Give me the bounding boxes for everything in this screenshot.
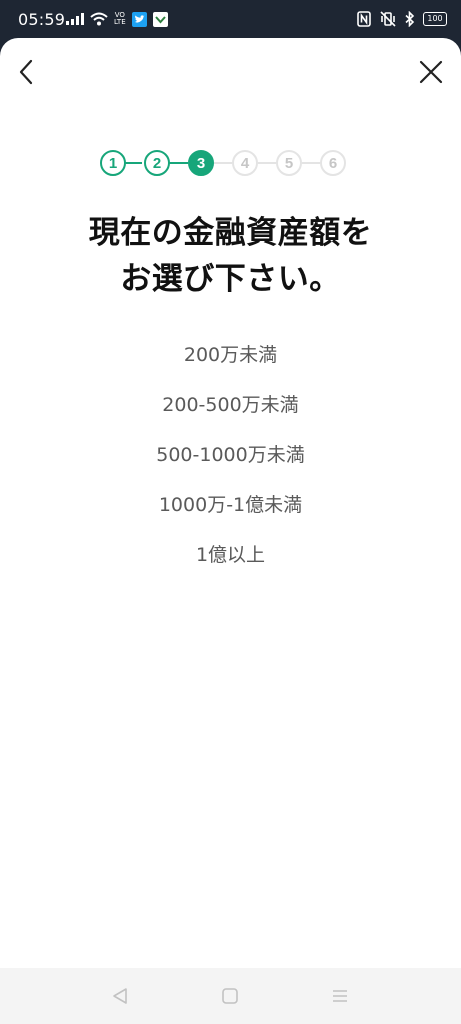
option-over-100m[interactable]: 1億以上 xyxy=(0,530,461,580)
question-sheet: 1 2 3 4 5 6 現在の金融資産額を お選び下さい。 200万未満 200… xyxy=(0,38,461,968)
status-time: 05:59 xyxy=(18,10,66,29)
status-left-icons: VO LTE xyxy=(66,10,168,28)
status-bar: 05:59 VO LTE 100 xyxy=(0,0,461,38)
nav-home-button[interactable] xyxy=(216,982,244,1010)
twitter-icon xyxy=(131,11,147,27)
signal-icon xyxy=(66,13,84,25)
step-4: 4 xyxy=(232,150,258,176)
step-1: 1 xyxy=(100,150,126,176)
vibrate-icon xyxy=(380,11,396,27)
step-3: 3 xyxy=(188,150,214,176)
nav-menu-button[interactable] xyxy=(326,982,354,1010)
option-5m-10m[interactable]: 500-1000万未満 xyxy=(0,430,461,480)
volte-label-bottom: LTE xyxy=(114,18,126,26)
step-connector xyxy=(168,162,188,164)
step-5: 5 xyxy=(276,150,302,176)
title-line-2: お選び下さい。 xyxy=(120,261,341,297)
option-10m-100m[interactable]: 1000万-1億未満 xyxy=(0,480,461,530)
step-connector xyxy=(258,162,276,164)
wifi-icon xyxy=(90,12,108,26)
nfc-icon xyxy=(357,11,371,27)
page-title: 現在の金融資産額を お選び下さい。 xyxy=(0,210,461,302)
menu-lines-icon xyxy=(333,990,347,1002)
back-button[interactable] xyxy=(6,52,46,92)
status-right-icons: 100 xyxy=(357,10,447,28)
close-button[interactable] xyxy=(411,52,451,92)
app-notification-icon xyxy=(152,11,168,27)
step-2: 2 xyxy=(144,150,170,176)
title-line-1: 現在の金融資産額を xyxy=(88,215,373,251)
step-connector xyxy=(214,162,232,164)
step-connector xyxy=(302,162,320,164)
step-6: 6 xyxy=(320,150,346,176)
progress-stepper: 1 2 3 4 5 6 xyxy=(96,148,348,182)
close-icon xyxy=(419,60,443,84)
back-triangle-icon xyxy=(113,988,127,1004)
answer-options: 200万未満 200-500万未満 500-1000万未満 1000万-1億未満… xyxy=(0,330,461,580)
option-2m-5m[interactable]: 200-500万未満 xyxy=(0,380,461,430)
home-square-icon xyxy=(222,988,238,1004)
volte-icon: VO LTE xyxy=(114,12,126,26)
battery-icon: 100 xyxy=(423,12,447,26)
system-nav-bar xyxy=(0,968,461,1024)
bluetooth-icon xyxy=(405,11,415,27)
chevron-left-icon xyxy=(19,59,33,85)
option-under-2m[interactable]: 200万未満 xyxy=(0,330,461,380)
nav-back-button[interactable] xyxy=(106,982,134,1010)
